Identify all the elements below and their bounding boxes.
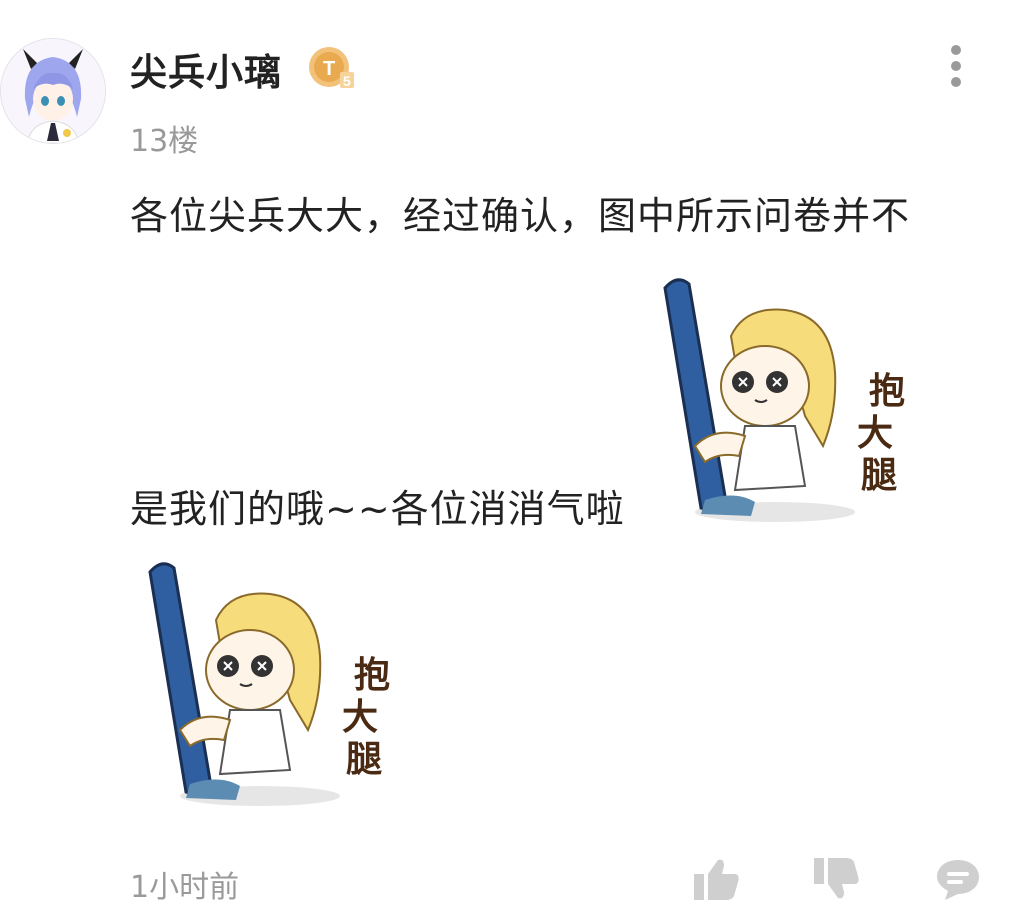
sticker-text-3: 腿: [861, 455, 898, 496]
username[interactable]: 尖兵小璃: [130, 42, 282, 96]
svg-text:T: T: [323, 58, 335, 80]
dislike-button[interactable]: [812, 856, 862, 902]
level-badge-icon: T 5: [306, 44, 356, 92]
more-button[interactable]: [936, 42, 976, 90]
comment-icon: [937, 860, 979, 900]
svg-text:5: 5: [343, 73, 351, 89]
post-content-line-1: 各位尖兵大大，经过确认，图中所示问卷并不: [130, 194, 911, 238]
sticker-hug-leg[interactable]: 抱 大 腿: [140, 560, 400, 812]
post-content-line-2: 是我们的哦~~各位消消气啦: [130, 487, 625, 531]
anime-avatar-icon: [1, 39, 105, 143]
thumbs-down-icon: [814, 858, 859, 899]
user-avatar[interactable]: [0, 38, 106, 144]
reply-button[interactable]: [933, 856, 983, 902]
more-vertical-icon: [951, 45, 961, 87]
like-button[interactable]: [692, 856, 742, 902]
floor-number: 13楼: [130, 124, 199, 159]
sticker-text-3: 腿: [346, 739, 383, 780]
sticker-hug-leg[interactable]: 抱 大 腿: [655, 276, 915, 528]
thumbs-up-icon: [694, 859, 739, 900]
post-timestamp: 1小时前: [130, 870, 240, 905]
